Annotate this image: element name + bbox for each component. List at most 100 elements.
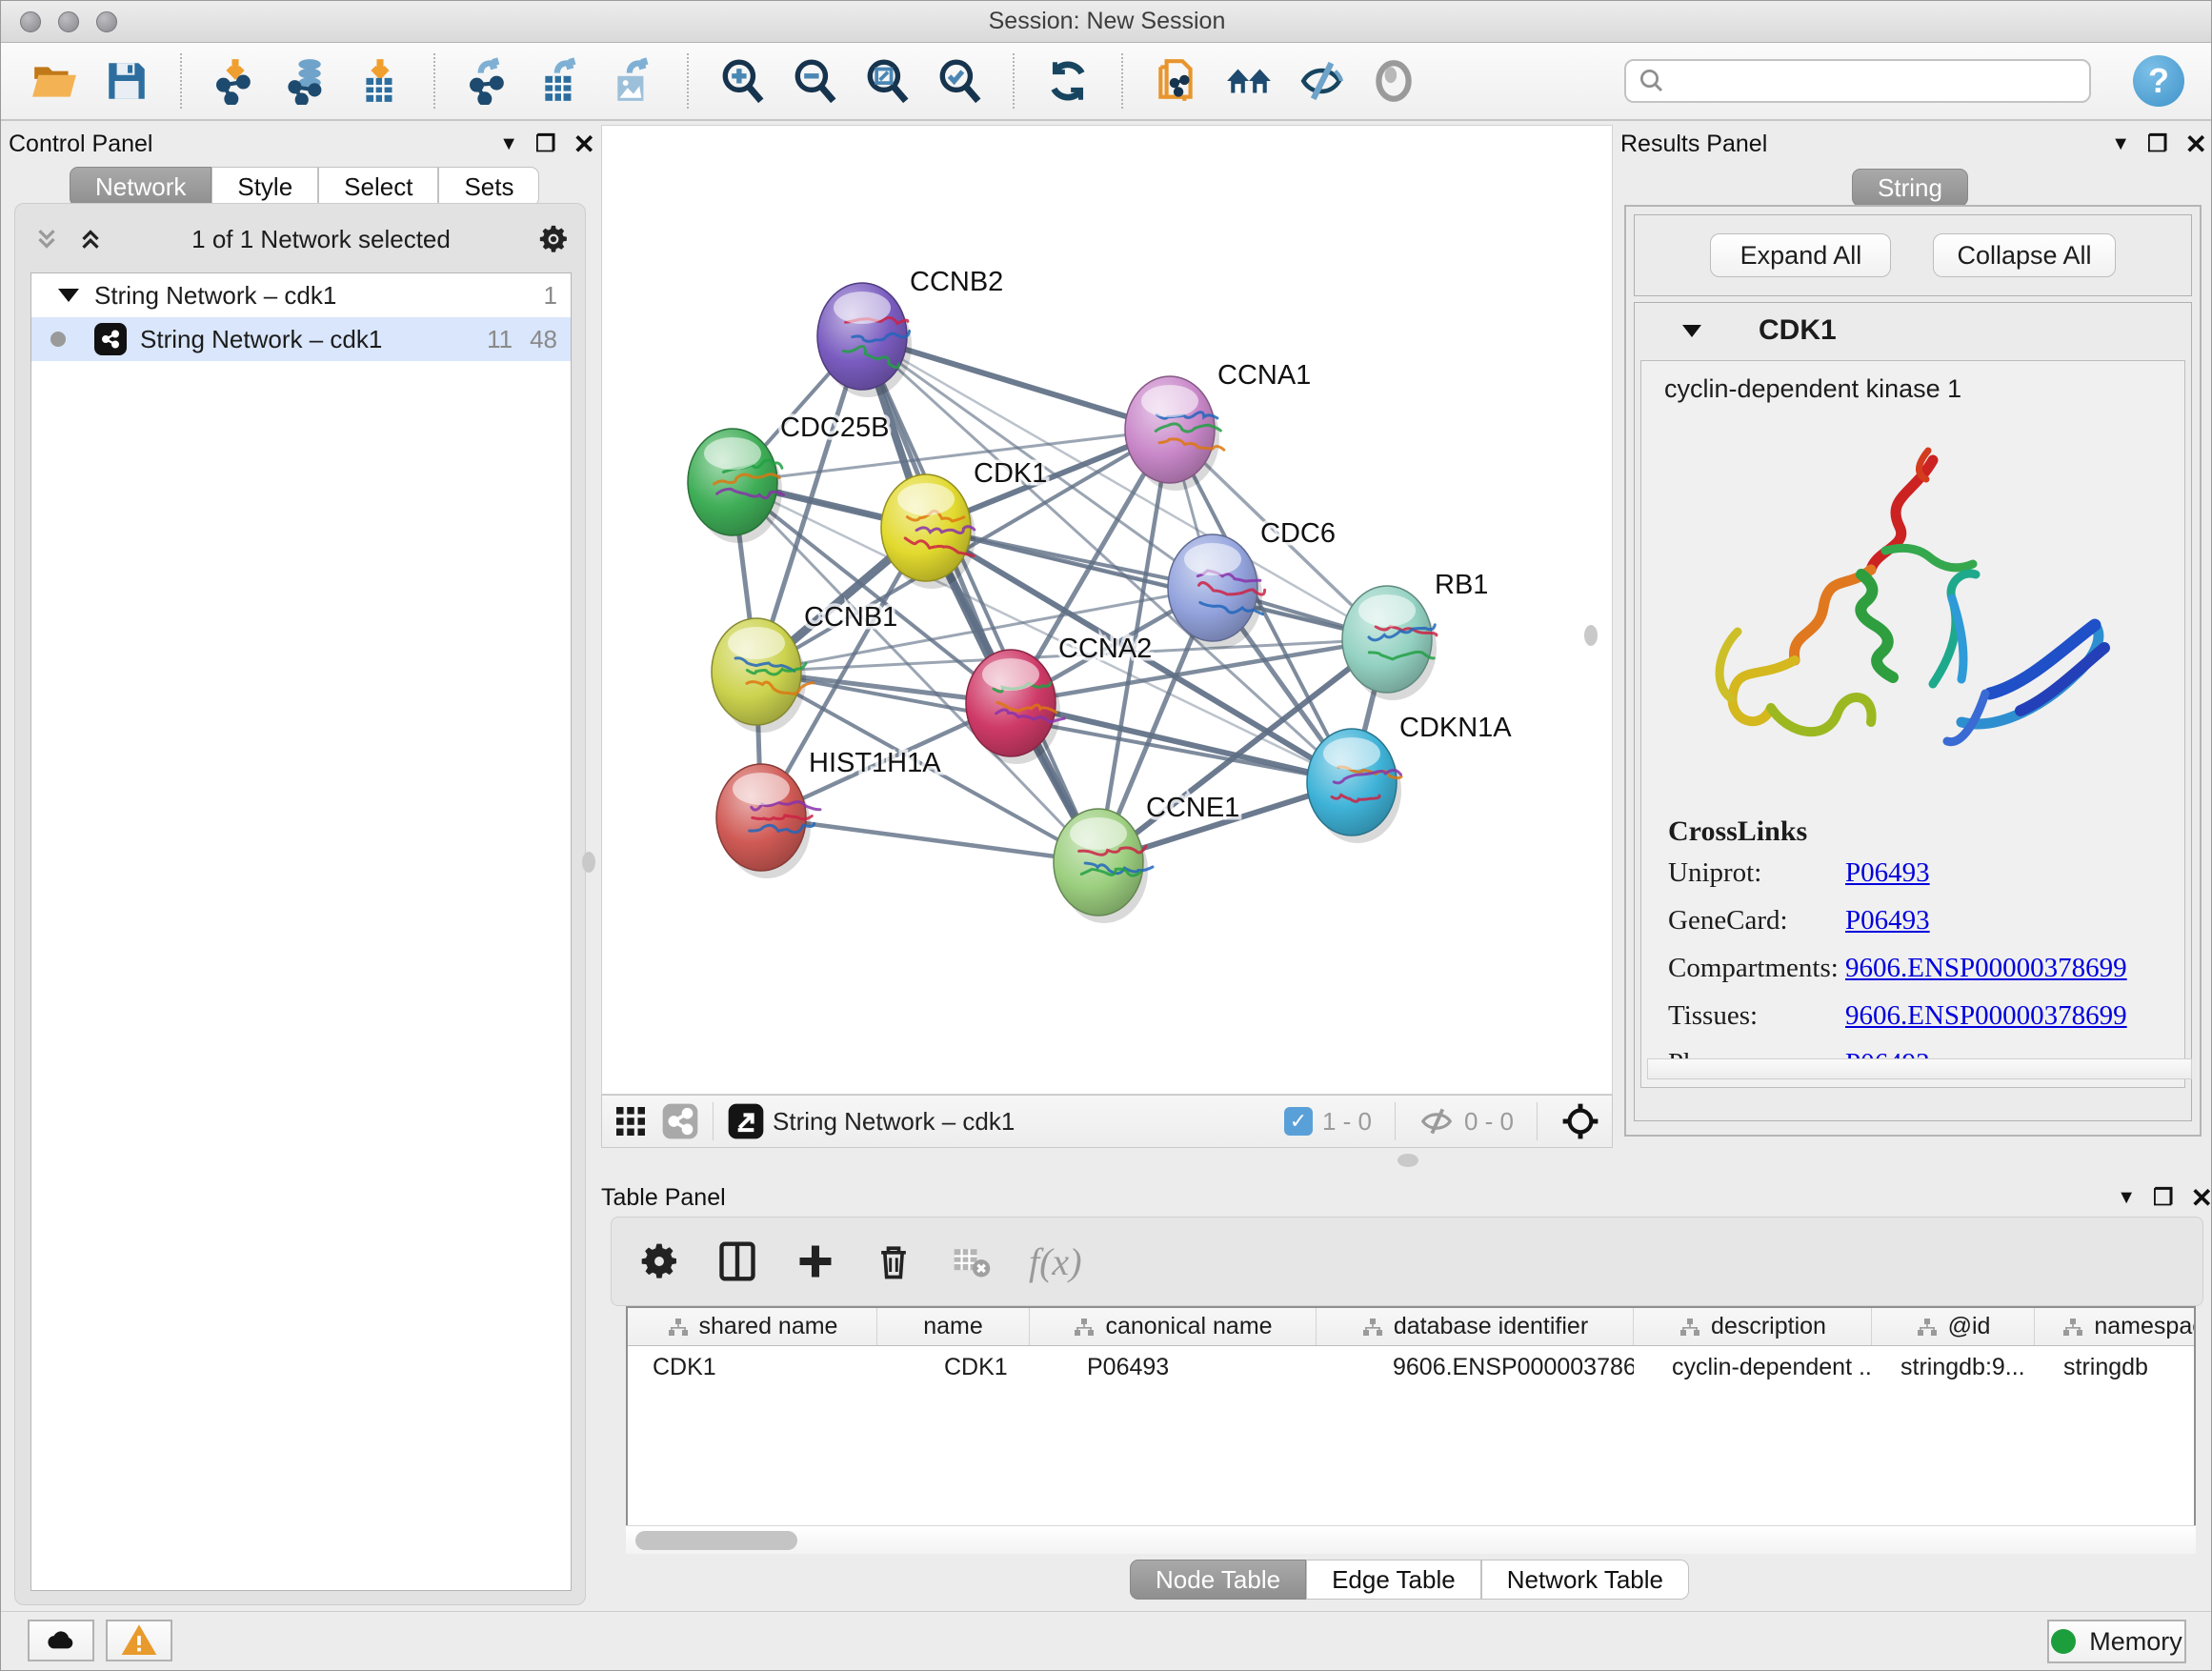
tab-string[interactable]: String <box>1852 169 1968 207</box>
network-edge[interactable] <box>1011 703 1352 782</box>
home-pair-icon[interactable] <box>1224 56 1274 106</box>
window-zoom-icon[interactable] <box>96 11 117 32</box>
help-icon[interactable]: ? <box>2133 55 2184 107</box>
network-collection-row[interactable]: String Network – cdk1 1 <box>31 273 571 317</box>
tab-sets[interactable]: Sets <box>438 167 539 207</box>
gear-icon[interactable] <box>537 223 570 255</box>
export-image-icon[interactable] <box>609 56 658 106</box>
collapse-all-chevron-icon[interactable] <box>32 225 61 253</box>
application-window: Session: New Session <box>0 0 2212 1671</box>
network-node-ccna1[interactable]: CCNA1 <box>1125 360 1311 491</box>
network-canvas[interactable]: CCNB2CCNA1CDC25BCDK1CDC6RB1CCNB1CCNA2CDK… <box>601 125 1613 1095</box>
column-header[interactable]: @id <box>1872 1308 2035 1345</box>
search-field[interactable] <box>1624 59 2091 103</box>
table-row[interactable]: CDK1 CDK1 P06493 9606.ENSP00000378699 cy… <box>628 1346 2194 1388</box>
column-header[interactable]: description <box>1634 1308 1872 1345</box>
network-node-ccnb2[interactable]: CCNB2 <box>817 267 1003 397</box>
column-header[interactable]: canonical name <box>1030 1308 1317 1345</box>
panel-menu-icon[interactable]: ▼ <box>499 133 518 155</box>
column-header[interactable]: namespace <box>2035 1308 2196 1345</box>
table-settings-gear-icon[interactable] <box>638 1240 680 1282</box>
tab-select[interactable]: Select <box>318 167 438 207</box>
network-node-cdkn1a[interactable]: CDKN1A <box>1307 713 1512 843</box>
zoom-in-icon[interactable] <box>717 56 767 106</box>
gene-collapse-icon[interactable] <box>1682 325 1701 337</box>
column-header[interactable]: database identifier <box>1317 1308 1634 1345</box>
import-table-icon[interactable] <box>355 56 405 106</box>
export-network-icon[interactable] <box>464 56 513 106</box>
zoom-selected-icon[interactable] <box>935 56 984 106</box>
panel-close-icon[interactable]: ✕ <box>2185 129 2207 160</box>
zoom-fit-icon[interactable] <box>862 56 912 106</box>
search-input[interactable] <box>1674 68 2074 95</box>
memory-button[interactable]: Memory <box>2047 1620 2186 1663</box>
delete-table-icon[interactable] <box>951 1240 993 1282</box>
tab-style[interactable]: Style <box>211 167 318 207</box>
function-builder-icon[interactable]: f(x) <box>1029 1239 1082 1284</box>
panel-float-icon[interactable]: ❐ <box>2147 131 2168 158</box>
import-database-icon[interactable] <box>283 56 332 106</box>
table-horizontal-scrollbar[interactable] <box>626 1525 2196 1554</box>
window-minimize-icon[interactable] <box>58 11 79 32</box>
panel-close-icon[interactable]: ✕ <box>2191 1182 2212 1214</box>
zoom-out-icon[interactable] <box>790 56 839 106</box>
show-columns-icon[interactable] <box>716 1240 758 1282</box>
scrollbar-thumb[interactable] <box>635 1531 797 1550</box>
show-all-icon[interactable] <box>1369 56 1418 106</box>
column-header[interactable]: shared name <box>628 1308 877 1345</box>
network-node-hist1h1a[interactable]: HIST1H1A <box>716 748 941 878</box>
network-share-icon[interactable] <box>661 1102 699 1140</box>
network-edge[interactable] <box>761 817 1098 862</box>
crosslink-uniprot-link[interactable]: P06493 <box>1845 857 1930 889</box>
results-scrollbar[interactable] <box>1647 1058 2192 1079</box>
window-close-icon[interactable] <box>20 11 41 32</box>
tab-network-table[interactable]: Network Table <box>1481 1560 1689 1600</box>
network-node-ccne1[interactable]: CCNE1 <box>1054 793 1239 923</box>
panel-float-icon[interactable]: ❐ <box>535 131 556 158</box>
collapse-all-button[interactable]: Collapse All <box>1933 233 2115 277</box>
crosslink-label: GeneCard: <box>1668 905 1845 936</box>
node-label: CCNB2 <box>910 267 1003 297</box>
expand-all-chevron-icon[interactable] <box>76 225 105 253</box>
tab-node-table[interactable]: Node Table <box>1130 1560 1306 1600</box>
panel-float-icon[interactable]: ❐ <box>2153 1184 2174 1212</box>
cloud-status-button[interactable] <box>28 1620 94 1661</box>
network-row[interactable]: String Network – cdk1 11 48 <box>31 317 571 361</box>
refresh-icon[interactable] <box>1043 56 1093 106</box>
open-session-icon[interactable] <box>30 56 79 106</box>
node-label: CDC6 <box>1260 518 1336 549</box>
network-node-rb1[interactable]: RB1 <box>1342 570 1488 700</box>
crosslink-compartments-link[interactable]: 9606.ENSP00000378699 <box>1845 953 2127 984</box>
tab-edge-table[interactable]: Edge Table <box>1306 1560 1481 1600</box>
crosslink-genecard-link[interactable]: P06493 <box>1845 905 1930 936</box>
panel-menu-icon[interactable]: ▼ <box>2117 1187 2136 1209</box>
save-session-icon[interactable] <box>102 56 151 106</box>
crosslinks-section: CrossLinks Uniprot:P06493 GeneCard:P0649… <box>1641 815 2184 1079</box>
delete-column-icon[interactable] <box>873 1240 915 1282</box>
annotation-icon[interactable] <box>1152 56 1201 106</box>
warnings-button[interactable] <box>106 1620 172 1661</box>
add-column-icon[interactable] <box>794 1240 836 1282</box>
panel-close-icon[interactable]: ✕ <box>573 129 595 160</box>
collection-expand-icon[interactable] <box>58 289 79 302</box>
crosslink-tissues-link[interactable]: 9606.ENSP00000378699 <box>1845 1000 2127 1032</box>
network-node-cdc6[interactable]: CDC6 <box>1168 518 1336 649</box>
birds-eye-view-icon[interactable] <box>1560 1101 1600 1141</box>
network-edge[interactable] <box>862 336 1098 862</box>
column-header[interactable]: name <box>877 1308 1030 1345</box>
network-node-ccnb1[interactable]: CCNB1 <box>712 602 897 733</box>
left-splitter-handle[interactable] <box>582 852 595 873</box>
import-network-icon[interactable] <box>211 56 260 106</box>
selected-checkbox-icon[interactable]: ✓ <box>1284 1107 1313 1136</box>
open-in-window-icon[interactable] <box>727 1102 765 1140</box>
export-table-icon[interactable] <box>536 56 586 106</box>
toolbar-separator <box>180 53 182 109</box>
panel-menu-icon[interactable]: ▼ <box>2111 133 2130 155</box>
grid-view-icon[interactable] <box>613 1104 648 1138</box>
right-splitter-handle[interactable] <box>1584 625 1598 646</box>
tab-network[interactable]: Network <box>70 167 211 207</box>
expand-all-button[interactable]: Expand All <box>1710 233 1891 277</box>
network-node-cdc25b[interactable]: CDC25B <box>688 413 889 543</box>
hide-selection-icon[interactable] <box>1297 56 1346 106</box>
bottom-splitter-handle[interactable] <box>1398 1154 1418 1167</box>
